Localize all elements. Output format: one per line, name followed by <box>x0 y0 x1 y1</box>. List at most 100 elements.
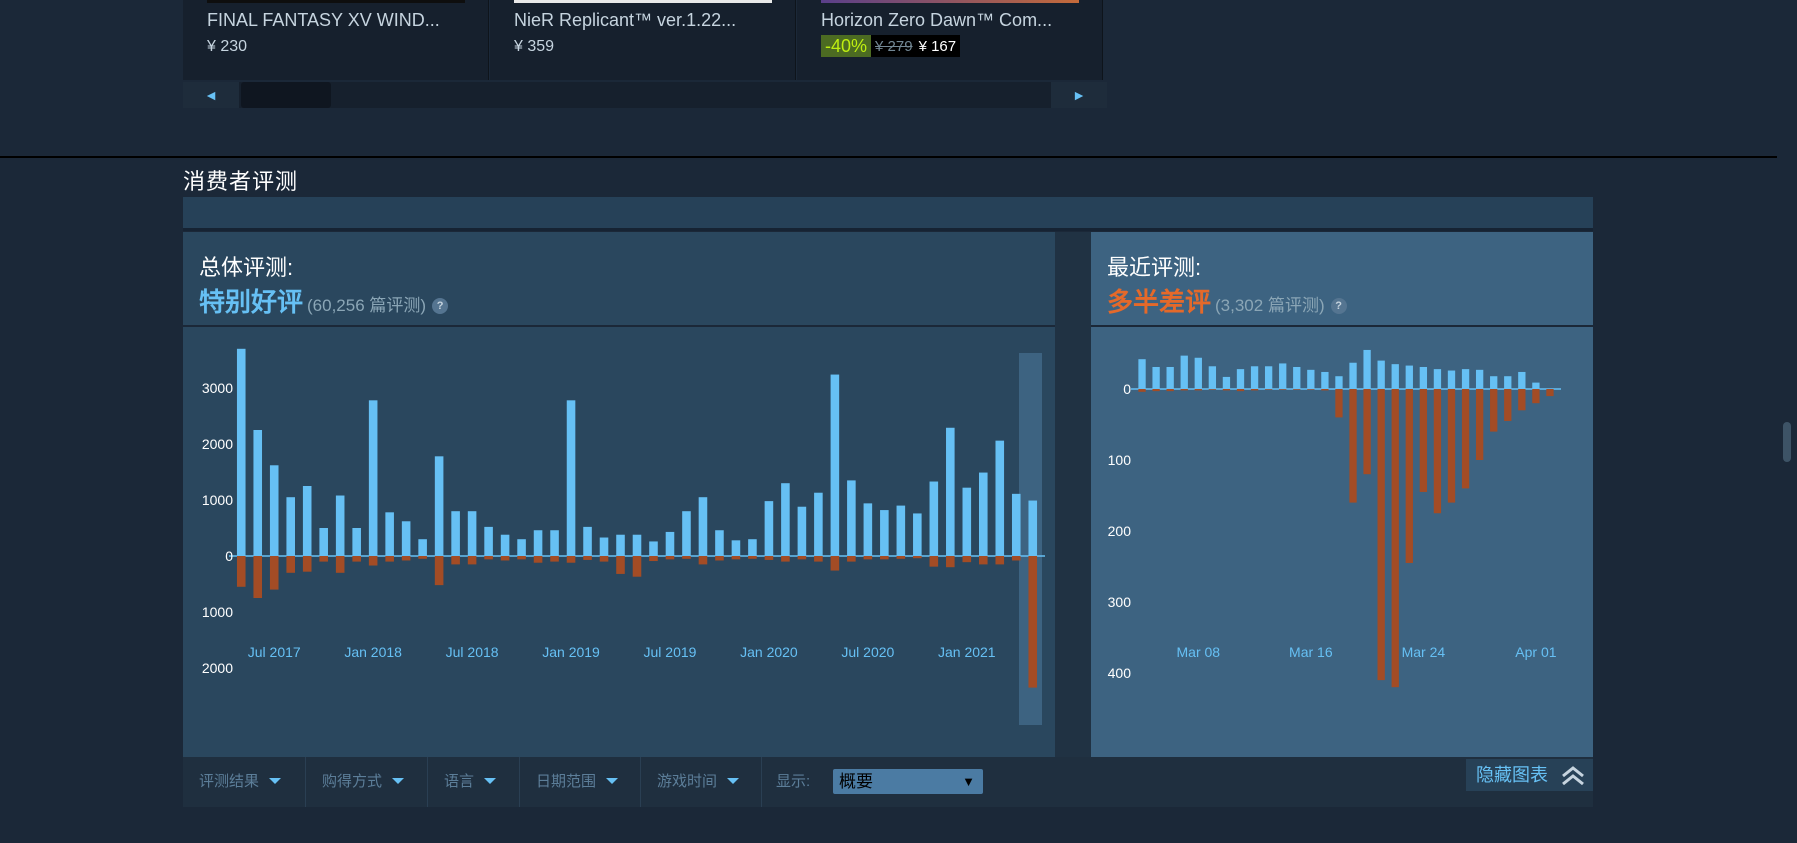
caret-down-icon <box>727 778 740 784</box>
positive-bar <box>929 481 939 556</box>
negative-bar <box>1532 389 1540 404</box>
positive-bar <box>1518 371 1526 389</box>
help-icon[interactable]: ? <box>1330 298 1347 314</box>
scrollbar-thumb[interactable] <box>241 82 331 108</box>
positive-bar <box>484 526 493 556</box>
negative-bar <box>1490 389 1498 432</box>
positive-bar <box>632 534 642 556</box>
filter-label: 评测结果 <box>199 773 260 790</box>
negative-bar <box>550 556 559 562</box>
negative-bar <box>434 556 444 586</box>
positive-bar <box>1433 369 1442 389</box>
positive-bar <box>962 487 972 556</box>
recent-reviews-panel: 最近评测: 多半差评 (3,302 篇评测)? 0 100 200 300 400 Mar … <box>1091 232 1593 757</box>
x-tick-label: Jan 2019 <box>542 644 600 660</box>
capsule-image-strip <box>821 0 1079 3</box>
positive-bar <box>1152 366 1160 389</box>
negative-bar <box>748 556 757 559</box>
negative-bar <box>319 556 328 562</box>
negative-bar <box>649 556 658 562</box>
x-tick-label: Apr 01 <box>1515 644 1556 660</box>
carousel-next-button[interactable]: ► <box>1051 82 1107 108</box>
negative-bar <box>814 556 823 562</box>
negative-bar <box>401 556 411 561</box>
negative-bar <box>335 556 345 573</box>
positive-bar <box>1461 369 1470 389</box>
negative-bar <box>1011 556 1021 561</box>
y-tick-label: 0 <box>225 548 233 564</box>
negative-bar <box>583 556 592 560</box>
filter-date-range[interactable]: 日期范围 <box>520 757 641 807</box>
panel-connector <box>1055 232 1091 757</box>
filter-review-type[interactable]: 评测结果 <box>183 757 306 807</box>
negative-bar <box>962 556 972 563</box>
negative-bar <box>599 556 609 562</box>
positive-bar <box>599 537 609 556</box>
positive-bar <box>451 511 460 556</box>
negative-bar <box>1349 389 1357 503</box>
positive-bar <box>1532 382 1540 389</box>
positive-bar <box>1180 355 1188 389</box>
positive-bar <box>1236 369 1245 389</box>
negative-bar <box>1028 556 1038 688</box>
negative-bar <box>566 556 576 563</box>
page-scrollbar[interactable] <box>1783 422 1791 462</box>
negative-bar <box>880 556 889 560</box>
carousel-prev-button[interactable]: ◄ <box>183 82 239 108</box>
positive-bar <box>1447 370 1456 389</box>
negative-bar <box>352 556 361 562</box>
filter-label: 游戏时间 <box>657 773 718 790</box>
negative-bar <box>616 556 625 574</box>
positive-bar <box>1293 366 1301 389</box>
negative-bar <box>1504 389 1512 421</box>
negative-bar <box>929 556 939 567</box>
recent-histogram[interactable]: 0 100 200 300 400 Mar 08 Mar 16 Mar 24 Apr 01 <box>1091 327 1593 757</box>
y-tick-label: 1000 <box>202 492 233 508</box>
positive-bar <box>698 497 708 556</box>
negative-bar <box>1335 389 1343 418</box>
overall-summary: 特别好评 (60,256 篇评测)? <box>199 282 449 319</box>
x-tick-label: Jul 2020 <box>841 644 894 660</box>
x-tick-label: Jul 2019 <box>644 644 697 660</box>
section-divider <box>0 156 1777 158</box>
hide-graph-button[interactable]: 隐藏图表 <box>1466 759 1593 791</box>
filter-playtime[interactable]: 游戏时间 <box>641 757 762 807</box>
caret-down-icon <box>392 778 405 784</box>
filter-purchase-type[interactable]: 购得方式 <box>306 757 428 807</box>
negative-bar <box>253 556 263 598</box>
negative-bar <box>1236 389 1245 392</box>
caret-down-icon <box>484 778 497 784</box>
positive-bar <box>880 510 889 556</box>
filter-language[interactable]: 语言 <box>428 757 520 807</box>
dropdown-arrow-icon: ▼ <box>962 774 975 789</box>
positive-bar <box>781 483 790 556</box>
carousel-scrollbar[interactable]: ◄ ► <box>183 82 1107 108</box>
negative-bar <box>418 556 427 559</box>
negative-bar <box>500 556 510 561</box>
y-tick-label: 400 <box>1108 665 1132 681</box>
final-price: ¥ 167 <box>918 37 957 55</box>
carousel-item[interactable]: Horizon Zero Dawn™ Com... -40% ¥ 279 ¥ 1… <box>797 0 1103 80</box>
display-select[interactable]: 概要 ▼ <box>833 769 983 794</box>
caret-down-icon <box>269 778 282 784</box>
positive-bar <box>847 480 856 556</box>
double-chevron-up-icon <box>1562 766 1584 785</box>
negative-bar <box>1166 389 1174 392</box>
positive-bar <box>1321 371 1329 389</box>
positive-bar <box>1250 366 1259 389</box>
positive-bar <box>583 526 592 556</box>
positive-bar <box>319 528 328 556</box>
positive-bar <box>236 348 246 556</box>
positive-bar <box>748 539 757 556</box>
help-icon[interactable]: ? <box>432 298 449 314</box>
carousel-item[interactable]: FINAL FANTASY XV WIND... ¥ 230 <box>183 0 489 80</box>
negative-bar <box>863 556 873 560</box>
x-tick-label: Jan 2021 <box>938 644 996 660</box>
negative-bar <box>286 556 296 573</box>
overall-histogram[interactable]: 3000 2000 1000 0 1000 2000 Jul 2017 Jan 2018 Jul… <box>183 327 1087 757</box>
game-title: Horizon Zero Dawn™ Com... <box>821 10 1053 30</box>
carousel-item[interactable]: NieR Replicant™ ver.1.22... ¥ 359 <box>490 0 796 80</box>
positive-bar <box>253 430 263 556</box>
recent-label: 最近评测: <box>1107 255 1202 280</box>
filter-label: 购得方式 <box>322 773 383 790</box>
